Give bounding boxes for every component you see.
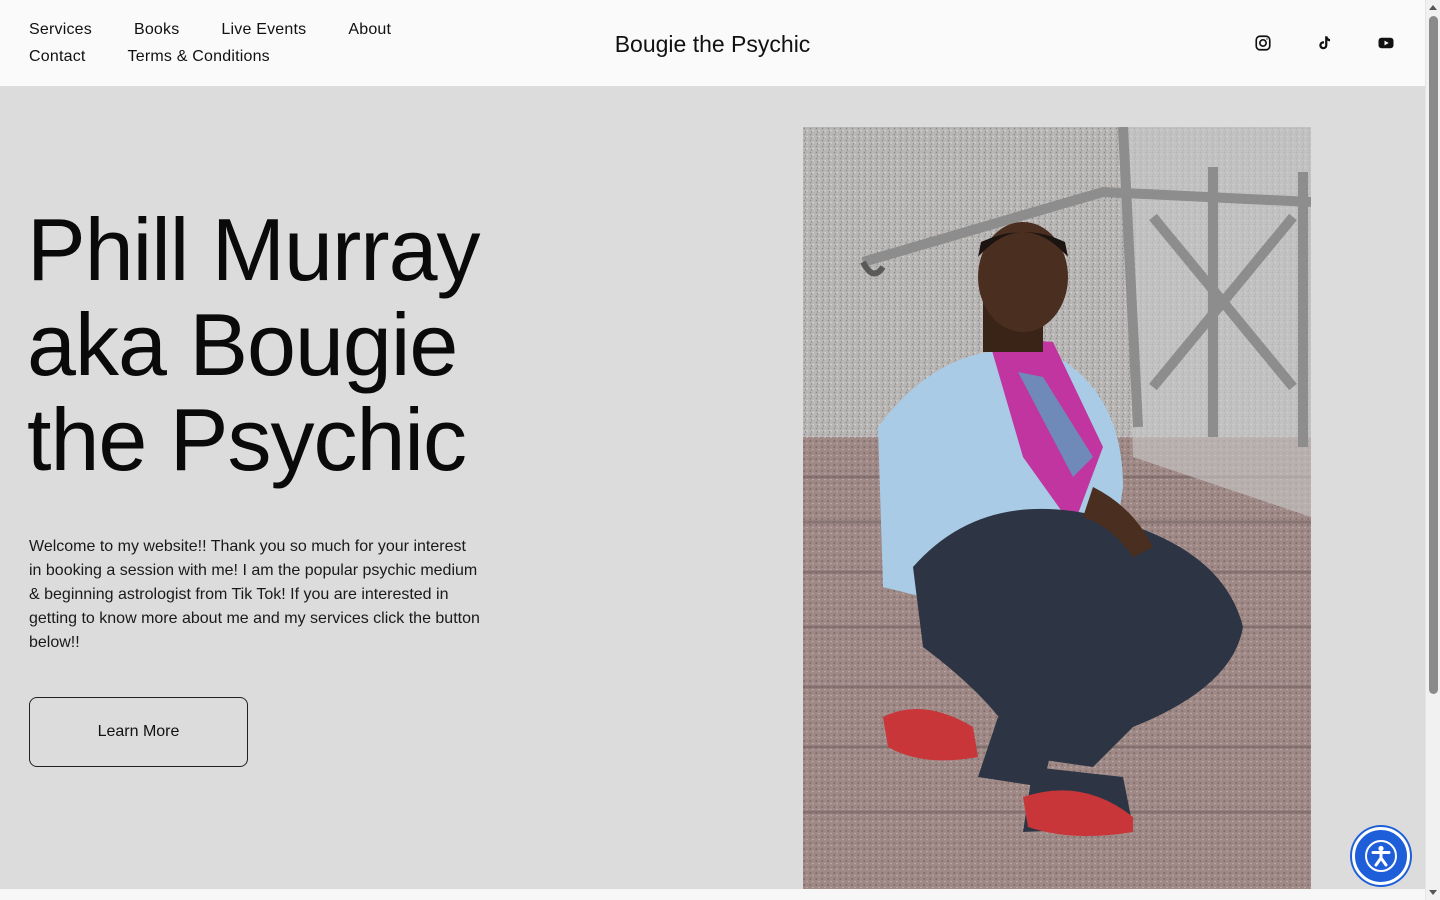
scroll-down-icon[interactable] xyxy=(1429,890,1437,895)
learn-more-button[interactable]: Learn More xyxy=(29,697,248,767)
accessibility-button[interactable] xyxy=(1352,827,1410,885)
hero-title-line: the Psychic xyxy=(27,390,467,489)
page-bottom-strip xyxy=(0,889,1425,900)
site-header: Services Books Live Events About Contact… xyxy=(0,0,1425,86)
scrollbar-thumb[interactable] xyxy=(1429,16,1438,694)
site-title[interactable]: Bougie the Psychic xyxy=(0,30,1425,58)
tiktok-icon[interactable] xyxy=(1314,33,1334,53)
hero-title-line: Phill Murray xyxy=(27,200,481,299)
scroll-up-icon[interactable] xyxy=(1429,5,1437,10)
hero-title: Phill Murray aka Bougie the Psychic xyxy=(27,202,587,487)
hero-photo xyxy=(803,127,1311,889)
hero-section: Phill Murray aka Bougie the Psychic Welc… xyxy=(0,86,1425,889)
hero-title-line: aka Bougie xyxy=(27,295,458,394)
scrollbar[interactable] xyxy=(1425,0,1440,900)
accessibility-icon xyxy=(1365,840,1397,872)
hero-description: Welcome to my website!! Thank you so muc… xyxy=(29,538,480,651)
youtube-icon[interactable] xyxy=(1376,33,1396,53)
instagram-icon[interactable] xyxy=(1253,33,1273,53)
